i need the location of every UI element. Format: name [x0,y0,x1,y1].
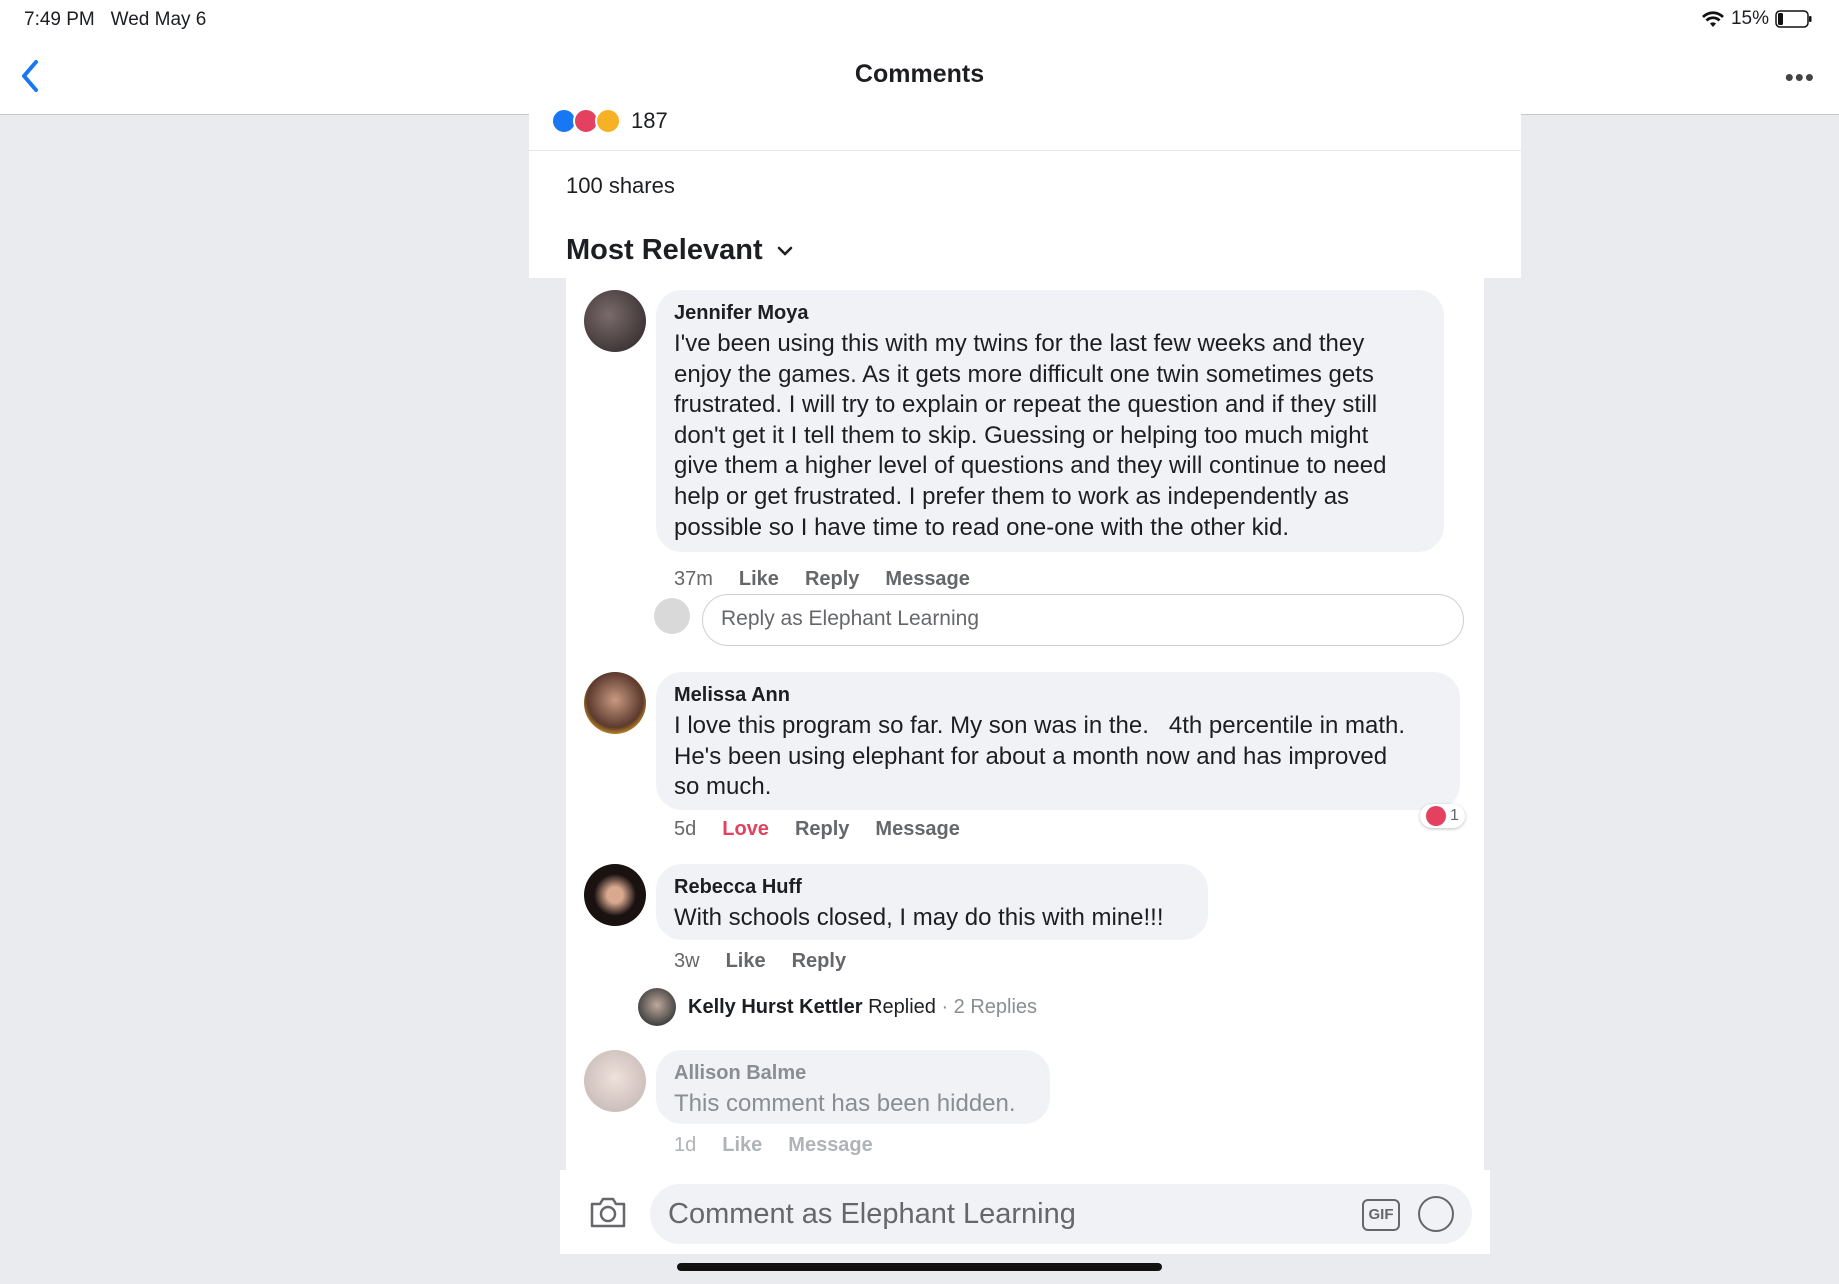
comment-text: With schools closed, I may do this with … [674,904,1164,931]
comment-time[interactable]: 5d [674,818,696,841]
sort-dropdown[interactable]: Most Relevant [566,234,793,267]
sort-label: Most Relevant [566,234,763,266]
comment-reaction-badge[interactable]: 1 [1420,804,1465,828]
care-reaction-icon [595,108,621,134]
avatar[interactable] [584,672,646,734]
status-date: Wed May 6 [110,9,207,30]
home-indicator [677,1263,1162,1271]
like-button[interactable]: Like [722,1134,762,1157]
reply-input[interactable]: Reply as Elephant Learning [702,594,1464,646]
gif-button[interactable]: GIF [1362,1199,1400,1231]
comment-actions: 37m Like Reply Message [674,568,970,591]
reaction-count: 187 [631,108,668,133]
comment-time[interactable]: 1d [674,1134,696,1157]
reactions-summary[interactable]: 187 [551,108,668,134]
comments-list: Jennifer Moya I've been using this with … [566,278,1484,1170]
replier-name: Kelly Hurst Kettler [688,995,863,1018]
love-button[interactable]: Love [722,818,769,841]
reply-composer: Reply as Elephant Learning [654,594,1464,646]
comment-actions: 3w Like Reply [674,950,846,973]
comment-bubble: Melissa Ann I love this program so far. … [656,672,1460,810]
camera-icon[interactable] [588,1194,628,1230]
wifi-icon [1701,11,1724,27]
replied-verb: Replied [868,995,936,1018]
comment-bubble: Rebecca Huff With schools closed, I may … [656,864,1208,940]
comment-author[interactable]: Rebecca Huff [674,876,1190,899]
avatar[interactable] [584,864,646,926]
comment-bubble: Jennifer Moya I've been using this with … [656,290,1444,552]
comment-input[interactable]: Comment as Elephant Learning GIF [650,1184,1472,1244]
comment-bubble: Allison Balme This comment has been hidd… [656,1050,1050,1124]
comment-actions: 1d Like Message [674,1134,873,1157]
comment-text: I've been using this with my twins for t… [674,330,1387,541]
comment-author[interactable]: Allison Balme [674,1062,1032,1085]
like-button[interactable]: Like [739,568,779,591]
comment-text: This comment has been hidden. [674,1090,1016,1117]
shares-count[interactable]: 100 shares [566,173,675,199]
divider [529,150,1521,151]
avatar[interactable] [584,290,646,352]
reaction-count: 1 [1450,807,1459,824]
comment-time[interactable]: 3w [674,950,700,973]
replies-summary[interactable]: Kelly Hurst Kettler Replied · 2 Replies [638,988,1037,1026]
reply-button[interactable]: Reply [795,818,849,841]
comment-author[interactable]: Jennifer Moya [674,302,1426,325]
more-options-button[interactable]: ••• [1785,62,1815,93]
navigation-bar: Comments ••• [0,38,1839,115]
chevron-down-icon [777,246,792,256]
message-button[interactable]: Message [788,1134,873,1157]
reply-button[interactable]: Reply [792,950,846,973]
message-button[interactable]: Message [885,568,970,591]
elephant-avatar [654,598,690,634]
post-summary: 187 100 shares Most Relevant [529,108,1521,278]
comment-text: I love this program so far. My son was i… [674,712,1406,801]
battery-icon [1775,10,1812,28]
avatar[interactable] [584,1050,646,1112]
status-time: 7:49 PM Wed May 6 [24,9,207,30]
comment-time[interactable]: 37m [674,568,713,591]
comment-author[interactable]: Melissa Ann [674,684,1442,707]
replies-count: · 2 Replies [941,995,1038,1018]
avatar [638,988,676,1026]
battery-percent: 15% [1730,8,1769,29]
like-button[interactable]: Like [726,950,766,973]
page-title: Comments [854,60,985,88]
reply-button[interactable]: Reply [805,568,859,591]
emoji-icon[interactable] [1418,1196,1454,1232]
comment-composer: Comment as Elephant Learning GIF [560,1170,1490,1254]
message-button[interactable]: Message [875,818,960,841]
love-reaction-icon [1426,806,1446,826]
status-bar: 7:49 PM Wed May 6 15% [0,0,1839,38]
comment-input-placeholder: Comment as Elephant Learning [668,1197,1076,1230]
status-right: 15% [1701,8,1813,30]
comment-actions: 5d Love Reply Message [674,818,960,841]
